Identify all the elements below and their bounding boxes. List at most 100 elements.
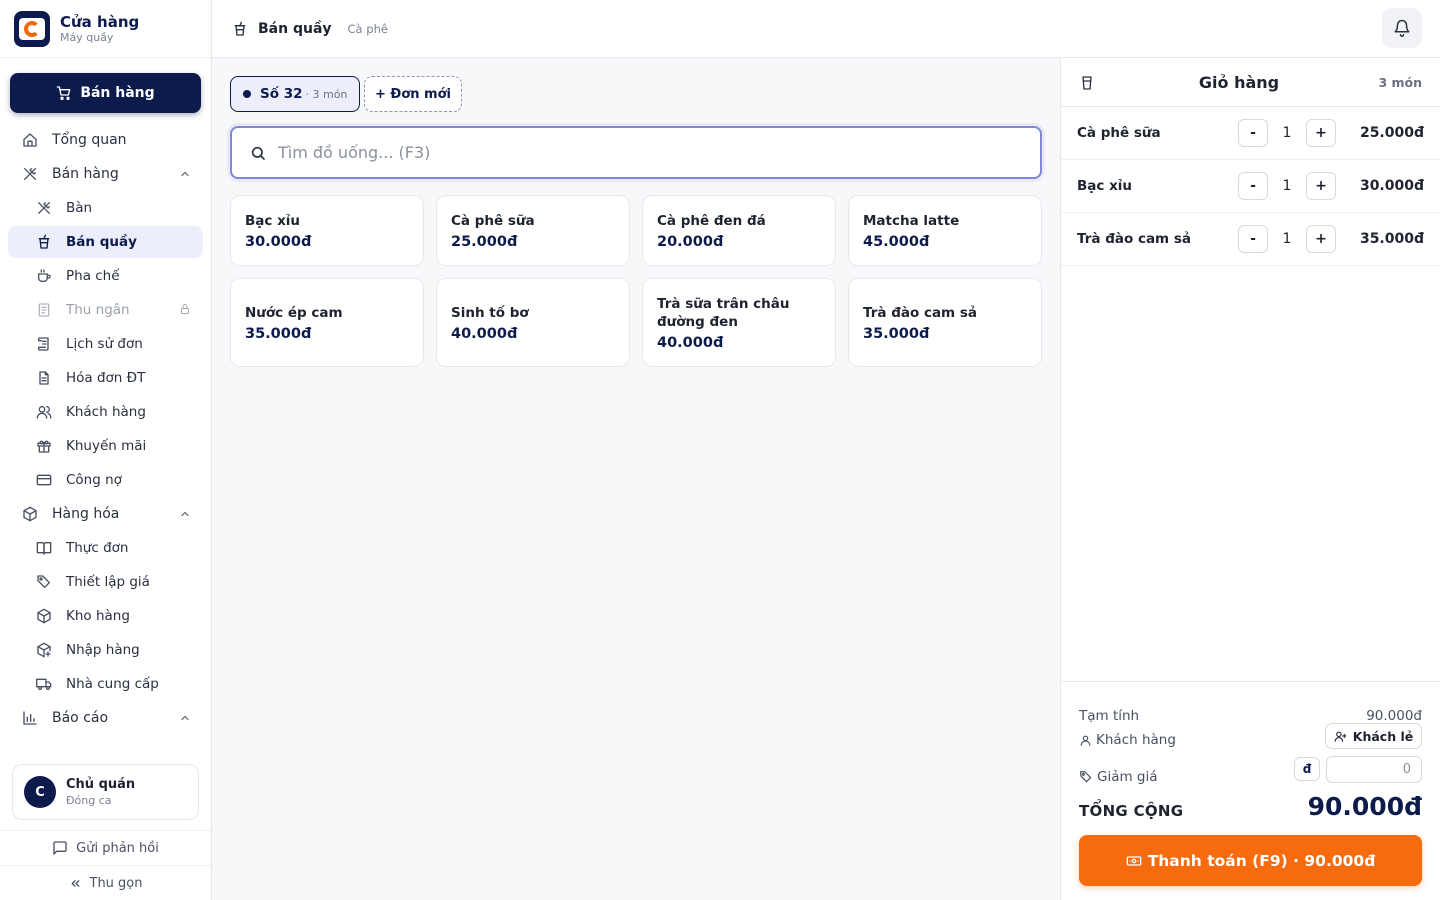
home-icon (23, 133, 37, 147)
bar-chart-icon (23, 711, 37, 725)
sidebar-group-goods[interactable]: Hàng hóa (8, 498, 203, 530)
sidebar-item-menu[interactable]: Thực đơn (8, 532, 203, 564)
new-order-button[interactable]: + Đơn mới (364, 76, 462, 112)
credit-card-icon (36, 474, 52, 486)
sidebar-item-tables[interactable]: Bàn (8, 192, 203, 224)
cart-item-price: 25.000đ (1359, 125, 1424, 141)
decrease-qty-button[interactable]: - (1238, 119, 1268, 147)
sidebar-item-promotions[interactable]: Khuyến mãi (8, 430, 203, 462)
brand[interactable]: Cửa hàng Máy quầy (0, 0, 211, 58)
sell-button[interactable]: Bán hàng (10, 73, 201, 113)
sidebar-item-label: Kho hàng (66, 608, 130, 624)
sidebar-item-label: Pha chế (66, 268, 120, 284)
collapse-label: Thu gọn (89, 875, 143, 891)
discount-label: Giảm giá (1097, 769, 1158, 785)
sidebar-item-suppliers[interactable]: Nhà cung cấp (8, 668, 203, 700)
product-card[interactable]: Matcha latte 45.000đ (848, 195, 1042, 266)
sidebar-group-reports[interactable]: Báo cáo (8, 702, 203, 734)
product-card[interactable]: Trà sữa trân châu đường đen 40.000đ (642, 278, 836, 367)
sidebar-item-pricing[interactable]: Thiết lập giá (8, 566, 203, 598)
sidebar-item-customers[interactable]: Khách hàng (8, 396, 203, 428)
sell-button-label: Bán hàng (80, 85, 155, 101)
sidebar-item-label: Bàn (66, 200, 93, 216)
product-price: 35.000đ (245, 325, 312, 342)
sidebar-item-counter[interactable]: Bán quầy (8, 226, 203, 258)
decrease-qty-button[interactable]: - (1238, 225, 1268, 253)
product-name: Cà phê sữa (451, 212, 535, 229)
user-card[interactable]: C Chủ quán Đóng ca (12, 764, 199, 820)
banknote-icon (1126, 855, 1142, 866)
decrease-qty-button[interactable]: - (1238, 172, 1268, 200)
chevron-up-icon (181, 171, 189, 177)
cart-header: Giỏ hàng 3 món (1061, 58, 1440, 107)
collapse-sidebar-button[interactable]: Thu gọn (0, 865, 211, 900)
product-price: 20.000đ (657, 233, 724, 250)
book-open-icon (36, 542, 52, 555)
increase-qty-button[interactable]: + (1306, 172, 1336, 200)
feedback-button[interactable]: Gửi phản hồi (0, 830, 211, 865)
sidebar-group-sales[interactable]: Bán hàng (8, 158, 203, 190)
brand-logo (14, 10, 50, 47)
product-name: Bạc xỉu (245, 212, 301, 229)
truck-icon (36, 678, 52, 690)
scroll-icon (38, 337, 49, 351)
sidebar-item-label: Nhập hàng (66, 642, 140, 658)
product-card[interactable]: Trà đào cam sả 35.000đ (848, 278, 1042, 367)
sidebar-item-einvoice[interactable]: Hóa đơn ĐT (8, 362, 203, 394)
sidebar-item-overview[interactable]: Tổng quan (8, 124, 203, 156)
sidebar-item-order-history[interactable]: Lịch sử đơn (8, 328, 203, 360)
product-card[interactable]: Bạc xỉu 30.000đ (230, 195, 424, 266)
sidebar-item-label: Tổng quan (52, 132, 127, 148)
sidebar-item-import[interactable]: Nhập hàng (8, 634, 203, 666)
cart-summary: Tạm tính 90.000đ Khách hàng Khách lẻ Giả… (1061, 681, 1440, 900)
cart-panel: Giỏ hàng 3 món Cà phê sữa - 1 + 25.000đ … (1060, 58, 1440, 900)
increase-qty-button[interactable]: + (1306, 225, 1336, 253)
sidebar-item-bar[interactable]: Pha chế (8, 260, 203, 292)
product-card[interactable]: Sinh tố bơ 40.000đ (436, 278, 630, 367)
discount-input[interactable] (1326, 756, 1422, 783)
sidebar-item-warehouse[interactable]: Kho hàng (8, 600, 203, 632)
notifications-button[interactable] (1382, 8, 1422, 48)
cart-item: Bạc xỉu - 1 + 30.000đ (1061, 160, 1440, 213)
user-name: Chủ quán (66, 777, 136, 792)
active-dot (243, 90, 251, 98)
cart-item: Cà phê sữa - 1 + 25.000đ (1061, 107, 1440, 160)
lock-icon (181, 304, 189, 314)
sidebar-item-debts[interactable]: Công nợ (8, 464, 203, 496)
main-content: Số 32 · 3 món + Đơn mới Bạc xỉu 30.000đ … (212, 58, 1060, 900)
search-icon (251, 146, 265, 160)
discount-currency-toggle[interactable]: đ (1294, 757, 1320, 781)
product-name: Trà sữa trân châu đường đen (657, 295, 790, 330)
product-price: 25.000đ (451, 233, 518, 250)
order-tab[interactable]: Số 32 · 3 món (230, 76, 361, 112)
package-icon (37, 608, 51, 624)
brand-title: Cửa hàng (60, 12, 140, 31)
sidebar-item-label: Báo cáo (52, 710, 109, 726)
search-box (230, 126, 1042, 179)
cart-item-qty: 1 (1282, 178, 1292, 194)
cart-item-price: 30.000đ (1359, 178, 1424, 194)
user-icon (1080, 735, 1091, 746)
checkout-button[interactable]: Thanh toán (F9) · 90.000đ (1079, 835, 1422, 886)
product-card[interactable]: Cà phê đen đá 20.000đ (642, 195, 836, 266)
sidebar-item-label: Thực đơn (66, 540, 129, 556)
total-label: TỔNG CỘNG (1079, 802, 1184, 820)
sidebar-item-label: Nhà cung cấp (66, 676, 159, 692)
product-card[interactable]: Cà phê sữa 25.000đ (436, 195, 630, 266)
select-customer-button[interactable]: Khách lẻ (1325, 723, 1422, 749)
product-name: Trà đào cam sả (863, 304, 977, 321)
chevron-up-icon (181, 715, 189, 721)
sidebar-item-cashier[interactable]: Thu ngân (8, 294, 203, 326)
user-plus-icon (1334, 731, 1347, 742)
cart-item-qty: 1 (1282, 125, 1292, 141)
cart-item: Trà đào cam sả - 1 + 35.000đ (1061, 213, 1440, 266)
cart-item-qty: 1 (1282, 231, 1292, 247)
cart-count: 3 món (1378, 74, 1422, 90)
product-card[interactable]: Nước ép cam 35.000đ (230, 278, 424, 367)
search-input[interactable] (278, 143, 978, 162)
increase-qty-button[interactable]: + (1306, 119, 1336, 147)
customer-label: Khách hàng (1096, 732, 1176, 748)
cart-icon (56, 86, 71, 100)
utensils-icon (24, 168, 36, 180)
cart-item-name: Trà đào cam sả (1077, 231, 1191, 247)
